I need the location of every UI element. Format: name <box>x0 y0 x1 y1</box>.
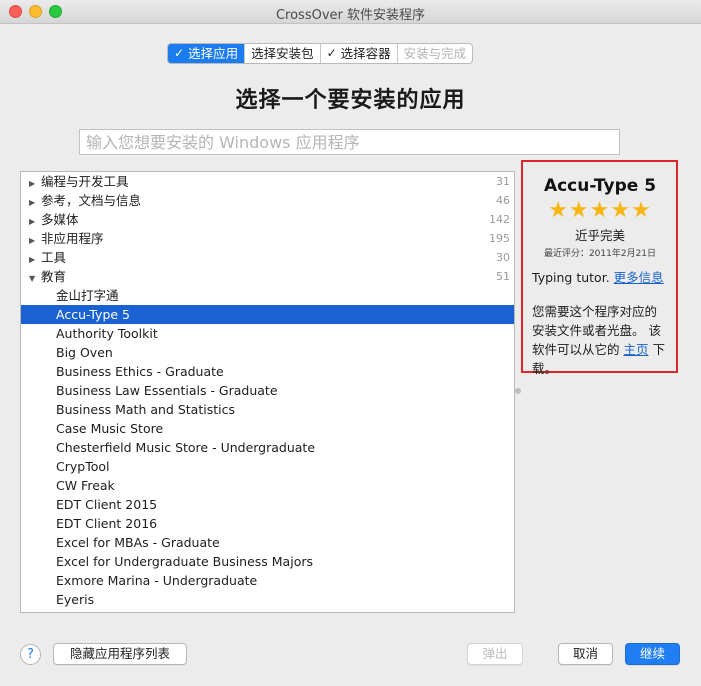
list-item[interactable]: Excel for MBAs - Graduate <box>21 533 514 552</box>
check-icon: ✓ <box>174 46 185 60</box>
wizard-step-label: 安装与完成 <box>403 46 467 61</box>
category-row[interactable]: ▶ 非应用程序 195 <box>21 229 514 248</box>
category-label: 参考，文档与信息 <box>41 193 142 208</box>
category-row[interactable]: ▶ 编程与开发工具 31 <box>21 172 514 191</box>
list-item[interactable]: EDT Client 2016 <box>21 514 514 533</box>
category-row[interactable]: ▼ 教育 51 <box>21 267 514 286</box>
application-list[interactable]: ▶ 编程与开发工具 31 ▶ 参考，文档与信息 46 ▶ 多媒体 142 ▶ 非应用程序 195 ▶ 工具… <box>20 171 515 613</box>
rating-label: 近乎完美 <box>574 228 625 243</box>
list-item[interactable]: Business Ethics - Graduate <box>21 362 514 381</box>
app-info-panel: Accu-Type 5 ★★★★★ 近乎完美 最近评分：2011年2月21日 T… <box>521 160 678 376</box>
list-item[interactable]: CW Freak <box>21 476 514 495</box>
wizard-steps: ✓ 选择应用 选择安装包 ✓ 选择容器 安装与完成 <box>167 43 474 64</box>
wizard-step[interactable]: 选择安装包 <box>245 44 321 63</box>
category-label: 非应用程序 <box>41 231 104 246</box>
category-count: 51 <box>496 270 510 283</box>
cancel-button[interactable]: 取消 <box>558 643 613 665</box>
list-item[interactable]: Business Law Essentials - Graduate <box>21 381 514 400</box>
window-title: CrossOver 软件安装程序 <box>275 8 426 23</box>
list-item[interactable]: Case Music Store <box>21 419 514 438</box>
eject-button[interactable]: 弹出 <box>467 643 523 665</box>
rating-stars: ★★★★★ <box>548 198 652 223</box>
hide-app-list-button[interactable]: 隐藏应用程序列表 <box>53 643 187 665</box>
list-item[interactable]: 金山打字通 <box>21 286 514 305</box>
list-item[interactable]: Authority Toolkit <box>21 324 514 343</box>
wizard-step-label: 选择安装包 <box>251 46 314 61</box>
category-label: 教育 <box>41 269 67 284</box>
category-row[interactable]: ▶ 工具 30 <box>21 248 514 267</box>
list-item[interactable]: Chesterfield Music Store - Undergraduate <box>21 438 514 457</box>
category-row[interactable]: ▶ 参考，文档与信息 46 <box>21 191 514 210</box>
app-description: Typing tutor. 更多信息 <box>532 269 668 286</box>
wizard-step-label: 选择容器 <box>340 46 391 61</box>
app-info-name: Accu-Type 5 <box>543 176 657 196</box>
help-button[interactable]: ? <box>20 644 41 665</box>
list-item[interactable]: Eyeris <box>21 590 514 609</box>
homepage-link[interactable]: 主页 <box>624 342 649 357</box>
category-count: 195 <box>489 232 510 245</box>
list-item[interactable]: Big Oven <box>21 343 514 362</box>
search-input[interactable] <box>79 129 620 155</box>
page-title: 选择一个要安装的应用 <box>235 88 466 113</box>
category-label: 工具 <box>41 250 67 265</box>
title-bar: CrossOver 软件安装程序 <box>0 0 701 24</box>
category-label: 编程与开发工具 <box>41 174 129 189</box>
category-row[interactable]: ▶ 多媒体 142 <box>21 210 514 229</box>
more-info-link[interactable]: 更多信息 <box>614 270 664 285</box>
list-item[interactable]: Business Math and Statistics <box>21 400 514 419</box>
rating-date: 最近评分：2011年2月21日 <box>543 249 657 259</box>
list-item[interactable]: CrypTool <box>21 457 514 476</box>
wizard-step[interactable]: ✓ 选择应用 <box>168 44 246 63</box>
list-item[interactable]: Exmore Marina - Undergraduate <box>21 571 514 590</box>
splitter-handle[interactable] <box>515 388 521 394</box>
category-count: 31 <box>496 175 510 188</box>
category-count: 46 <box>496 194 510 207</box>
wizard-step-label: 选择应用 <box>188 46 239 61</box>
wizard-step[interactable]: ✓ 选择容器 <box>321 44 398 63</box>
category-label: 多媒体 <box>41 212 79 227</box>
list-item[interactable]: Accu-Type 5 <box>21 305 514 324</box>
category-count: 30 <box>496 251 510 264</box>
wizard-step: 安装与完成 <box>398 44 473 63</box>
category-count: 142 <box>489 213 510 226</box>
list-item[interactable]: EDT Client 2015 <box>21 495 514 514</box>
continue-button[interactable]: 继续 <box>625 643 680 665</box>
install-note: 您需要这个程序对应的安装文件或者光盘。 该软件可以从它的 主页 下载。 <box>532 302 668 378</box>
description-text: Typing tutor. <box>532 270 610 285</box>
list-item[interactable]: Excel for Undergraduate Business Majors <box>21 552 514 571</box>
check-icon: ✓ <box>326 46 337 60</box>
